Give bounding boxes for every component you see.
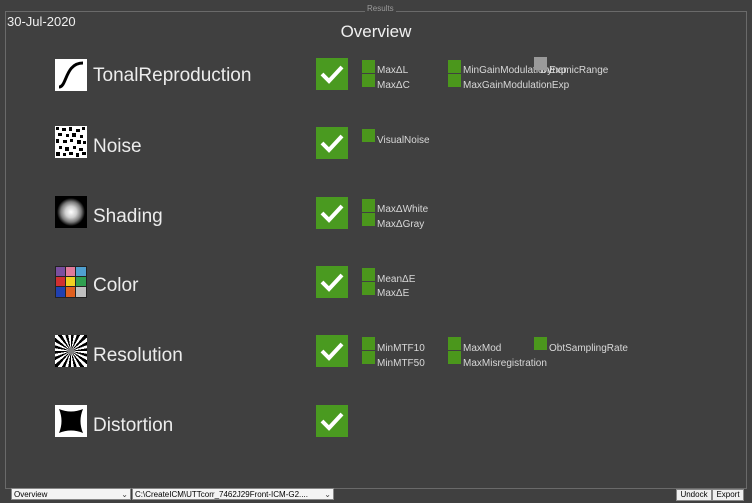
metric-status-indicator[interactable] [534,57,547,70]
metric-label: DynamicRange [540,65,609,76]
metric-label: MinMTF10 [377,343,425,354]
view-select[interactable]: Overview ⌄ [11,488,131,500]
check-icon [316,405,348,437]
metric-status-indicator[interactable] [362,129,375,142]
metric-label: MaxΔL [377,65,409,76]
metric-label: MaxΔGray [377,219,425,230]
category-label-tonal: TonalReproduction [93,65,252,86]
undock-button[interactable]: Undock [676,489,712,501]
metric-status-indicator[interactable] [362,213,375,226]
metric-label: MaxΔE [377,288,410,299]
metric-status-indicator[interactable] [448,351,461,364]
category-label-distortion: Distortion [93,415,174,436]
metric-label: VisualNoise [377,135,430,146]
metric-status-indicator[interactable] [448,60,461,73]
category-label-resolution: Resolution [93,345,183,366]
metric-status-indicator[interactable] [362,337,375,350]
results-group-label: Results [365,4,396,13]
view-select-value: Overview [14,490,48,499]
metric-label: MaxGainModulationExp [463,80,570,91]
metric-status-indicator[interactable] [448,337,461,350]
noise-pattern-icon [55,126,87,158]
check-icon [316,58,348,90]
metric-status-indicator[interactable] [362,268,375,281]
category-label-shading: Shading [93,206,163,227]
distortion-icon [55,405,87,437]
shading-gradient-icon [55,196,87,228]
chevron-down-icon: ⌄ [121,490,128,499]
metric-label: MaxMisregistration [463,358,547,369]
metric-status-indicator[interactable] [362,282,375,295]
metric-status-indicator[interactable] [534,337,547,350]
check-icon [316,127,348,159]
chevron-down-icon: ⌄ [324,490,331,499]
results-file-select-value: C:\CreateICM\UTTcorr_7462J29Front-ICM-G2… [135,490,308,499]
metric-status-indicator[interactable] [362,60,375,73]
check-icon [316,335,348,367]
metric-status-indicator[interactable] [448,74,461,87]
siemens-star-icon [55,335,87,367]
metric-status-indicator[interactable] [362,351,375,364]
export-button[interactable]: Export [712,489,744,501]
metric-label: ObtSamplingRate [549,343,628,354]
metric-label: MinMTF50 [377,358,425,369]
metric-label: MeanΔE [377,274,416,285]
category-label-color: Color [93,275,139,296]
metric-label: MaxΔWhite [377,204,429,215]
tone-curve-icon [55,59,87,91]
check-icon [316,197,348,229]
metric-label: MaxΔC [377,80,410,91]
category-label-noise: Noise [93,136,142,157]
check-icon [316,266,348,298]
results-file-select[interactable]: C:\CreateICM\UTTcorr_7462J29Front-ICM-G2… [132,488,334,500]
metric-label: MaxMod [463,343,502,354]
metric-status-indicator[interactable] [362,74,375,87]
page-title: Overview [340,22,412,41]
color-checker-icon [55,266,87,298]
metric-status-indicator[interactable] [362,199,375,212]
